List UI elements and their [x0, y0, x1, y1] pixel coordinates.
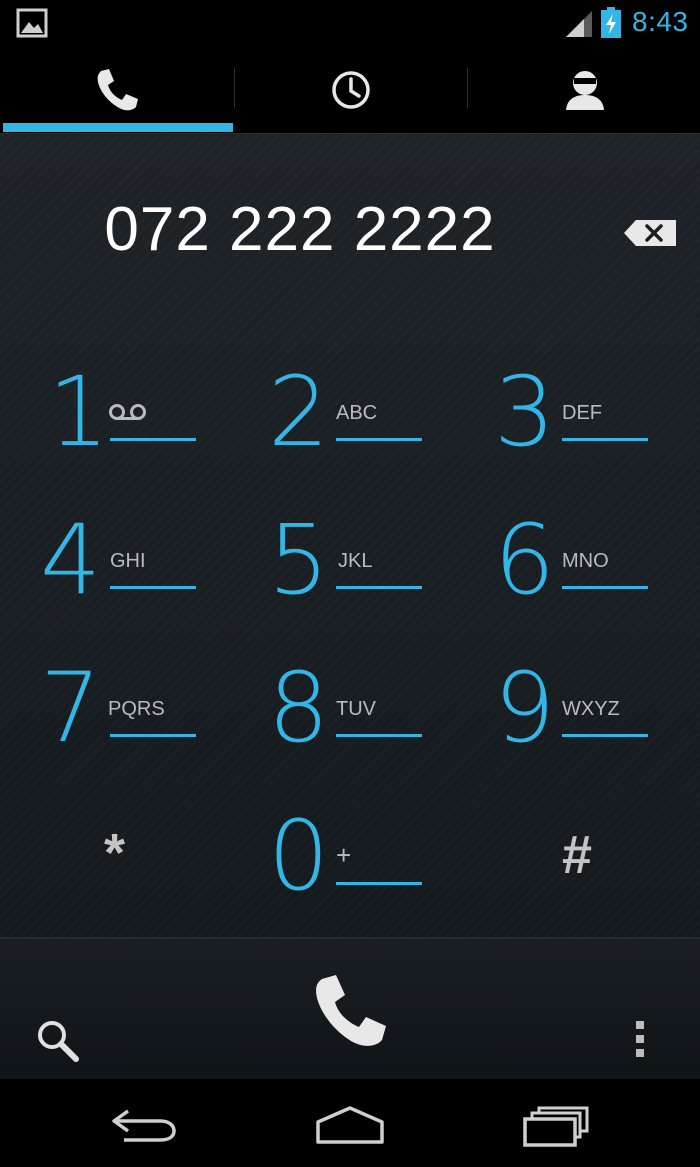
tab-bar — [0, 46, 700, 134]
clock-icon — [331, 71, 370, 109]
dialer-action-bar — [0, 937, 700, 1079]
dialed-number-text: 072 222 2222 — [104, 195, 496, 264]
dialed-number[interactable]: 072 222 2222 — [0, 194, 600, 274]
key-3[interactable]: 3 DEF — [464, 354, 694, 494]
key-2[interactable]: 2 ABC — [232, 354, 462, 494]
key-letters: PQRS — [108, 698, 165, 720]
selected-tab-indicator — [3, 123, 233, 132]
person-icon — [565, 71, 604, 110]
key-digit: 7 — [40, 652, 102, 764]
key-underline — [562, 438, 648, 441]
key-7[interactable]: 7 PQRS — [0, 650, 230, 790]
key-hash[interactable]: # — [464, 798, 694, 938]
key-underline — [336, 882, 422, 885]
key-underline — [336, 734, 422, 737]
gallery-icon — [16, 8, 48, 38]
key-underline — [336, 438, 422, 441]
key-letters: + — [336, 840, 352, 870]
key-digit: 3 — [494, 356, 556, 468]
phone-icon — [97, 69, 138, 111]
dialer-pad: 072 222 2222 1 2 ABC 3 DEF 4 GHI 5 JKL 6… — [0, 134, 700, 937]
key-underline — [110, 586, 196, 589]
search-icon[interactable] — [34, 1017, 82, 1065]
key-letters: ABC — [336, 402, 378, 424]
status-bar: 8:43 — [0, 0, 700, 46]
recent-apps-icon[interactable] — [522, 1105, 590, 1147]
key-digit: 6 — [494, 504, 556, 616]
signal-icon — [566, 11, 592, 37]
key-underline — [562, 586, 648, 589]
overflow-menu-icon[interactable] — [630, 1019, 650, 1059]
key-letters: TUV — [336, 698, 376, 720]
key-letters: WXYZ — [562, 698, 620, 720]
key-letters: MNO — [562, 550, 609, 572]
call-icon[interactable] — [310, 971, 390, 1051]
key-digit: 4 — [40, 504, 102, 616]
key-9[interactable]: 9 WXYZ — [464, 650, 694, 790]
key-symbol: # — [562, 825, 593, 885]
home-icon[interactable] — [314, 1105, 386, 1145]
key-star[interactable]: * — [0, 798, 230, 938]
back-icon[interactable] — [110, 1107, 180, 1143]
tab-phone[interactable] — [0, 46, 233, 134]
phone-screen: 8:43 072 222 2222 1 2 ABC 3 DEF 4 GHI 5 … — [0, 0, 700, 1167]
battery-charging-icon — [601, 7, 621, 38]
key-5[interactable]: 5 JKL — [232, 502, 462, 642]
voicemail-icon — [109, 404, 146, 420]
key-0[interactable]: 0 + — [232, 798, 462, 938]
key-1[interactable]: 1 — [0, 354, 230, 494]
key-underline — [336, 586, 422, 589]
key-digit: 9 — [494, 652, 556, 764]
key-4[interactable]: 4 GHI — [0, 502, 230, 642]
clock-time: 8:43 — [632, 6, 689, 37]
key-letters: GHI — [110, 550, 146, 572]
key-underline — [562, 734, 648, 737]
key-letters: JKL — [338, 550, 373, 572]
key-digit: 8 — [268, 652, 330, 764]
key-underline — [110, 734, 196, 737]
navigation-bar — [0, 1079, 700, 1167]
key-underline — [110, 438, 196, 441]
backspace-icon[interactable] — [622, 218, 678, 248]
key-8[interactable]: 8 TUV — [232, 650, 462, 790]
key-symbol: * — [104, 823, 126, 883]
key-digit: 1 — [48, 356, 110, 468]
key-letters: DEF — [562, 402, 602, 424]
key-digit: 5 — [268, 504, 330, 616]
tab-contacts[interactable] — [468, 46, 700, 134]
key-6[interactable]: 6 MNO — [464, 502, 694, 642]
key-digit: 2 — [268, 356, 330, 468]
tab-recents[interactable] — [234, 46, 467, 134]
key-digit: 0 — [268, 800, 330, 912]
